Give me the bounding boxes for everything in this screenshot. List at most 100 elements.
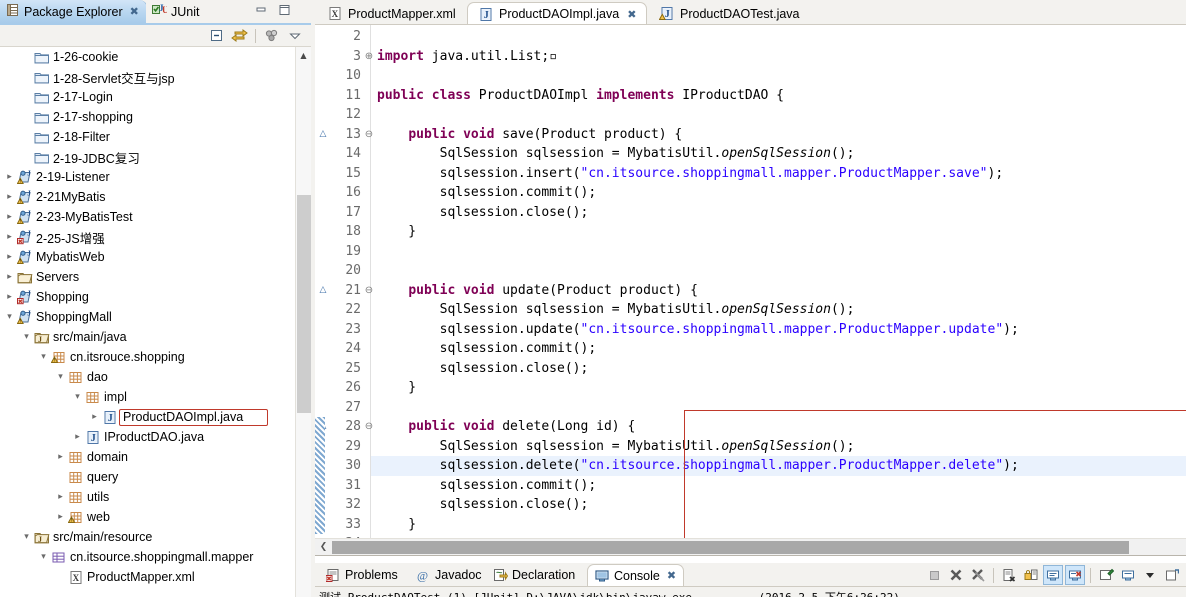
hscrollbar-thumb[interactable] [332,540,1129,554]
editor-tab-0[interactable]: X ProductMapper.xml [317,2,466,25]
chevron-down-icon[interactable]: ▾ [37,352,50,362]
code-line[interactable]: 24 sqlsession.commit(); [315,339,1186,359]
code-line[interactable]: 33 } [315,515,1186,535]
close-icon[interactable]: ✖ [130,5,139,18]
maximize-view-icon[interactable] [278,4,291,19]
pin-console-button[interactable] [1096,565,1116,585]
editor-tab-1[interactable]: J ProductDAOImpl.java ✖ [467,2,648,25]
link-with-editor-button[interactable] [229,26,249,45]
tree-item[interactable]: ▸ J IProductDAO.java [0,427,295,447]
close-icon[interactable]: ✖ [627,8,636,21]
chevron-down-icon[interactable]: ▾ [54,372,67,382]
clear-console-button[interactable] [999,565,1019,585]
console-panel-tab-2[interactable]: Declaration [486,564,582,586]
chevron-right-icon[interactable]: ▸ [54,512,67,522]
code-line[interactable]: 26 } [315,378,1186,398]
view-menu-button[interactable] [262,26,282,45]
tree-item[interactable]: ▸ J! MybatisWeb [0,247,295,267]
tree-item[interactable]: ▸ J 2-25-JS增强 [0,227,295,247]
tree-item[interactable]: ▾ cn.itsource.shoppingmall.mapper [0,547,295,567]
tree-item[interactable]: 2-17-Login [0,87,295,107]
code-line[interactable]: 31 sqlsession.commit(); [315,476,1186,496]
java-code-editor[interactable]: 2 3 ⊕ import java.util.List;▫ 10 11 public cla… [315,25,1186,538]
tree-item[interactable]: ▾! cn.itsrouce.shopping [0,347,295,367]
chevron-down-icon[interactable]: ▾ [37,552,50,562]
console-panel-tab-3[interactable]: Console ✖ [587,564,685,586]
remove-launch-button[interactable] [946,565,966,585]
tree-item[interactable]: 2-18-Filter [0,127,295,147]
code-line[interactable]: △ 21 ⊖ public void update(Product product)… [315,281,1186,301]
scrollbar-thumb[interactable] [297,195,311,413]
show-console-on-output-button[interactable] [1043,565,1063,585]
tree-item[interactable]: ▾ J! ShoppingMall [0,307,295,327]
code-line[interactable]: 15 sqlsession.insert("cn.itsource.shoppi… [315,164,1186,184]
scroll-lock-button[interactable] [1021,565,1041,585]
tab-package-explorer[interactable]: Package Explorer ✖ [0,0,148,23]
collapse-all-button[interactable] [206,26,226,45]
editor-tab-2[interactable]: J ProductDAOTest.java [649,2,810,25]
minimize-view-icon[interactable] [255,4,268,19]
chevron-right-icon[interactable]: ▸ [3,252,16,262]
code-line[interactable]: 18 } [315,222,1186,242]
code-line[interactable]: 29 SqlSession sqlsession = MybatisUtil.o… [315,437,1186,457]
tree-item[interactable]: ▾ dao [0,367,295,387]
chevron-down-icon[interactable]: ▾ [3,312,16,322]
scroll-left-icon[interactable]: ❮ [315,542,332,552]
tree-item[interactable]: ▸ Servers [0,267,295,287]
tree-item[interactable]: ▸ utils [0,487,295,507]
code-line[interactable]: 10 [315,66,1186,86]
tab-junit[interactable]: J U JUnit [146,0,208,23]
code-line[interactable]: △28⊖ public void delete(Long id) { [315,417,1186,437]
chevron-right-icon[interactable]: ▸ [3,292,16,302]
tree-item[interactable]: ▸! web [0,507,295,527]
code-line[interactable]: 25 sqlsession.close(); [315,359,1186,379]
fold-expand-icon[interactable]: ⊕ [363,47,375,67]
tree-item[interactable]: ▾ impl [0,387,295,407]
display-selected-console-button[interactable] [1118,565,1138,585]
tree-item[interactable]: 2-17-shopping [0,107,295,127]
tree-item[interactable]: query [0,467,295,487]
tree-item[interactable]: X ProductMapper.xml [0,567,295,587]
console-dropdown-chevron-down-icon[interactable] [1140,565,1160,585]
tree-item[interactable]: ▸ J! 2-19-Listener [0,167,295,187]
code-line[interactable]: 32 sqlsession.close(); [315,495,1186,515]
code-line[interactable]: 30 sqlsession.delete("cn.itsource.shoppi… [315,456,1186,476]
terminate-button[interactable] [924,565,944,585]
tree-item-selected[interactable]: ▸ J ProductDAOImpl.java [0,407,295,427]
chevron-right-icon[interactable]: ▸ [3,232,16,242]
chevron-right-icon[interactable]: ▸ [88,412,101,422]
chevron-right-icon[interactable]: ▸ [3,192,16,202]
chevron-right-icon[interactable]: ▸ [3,272,16,282]
editor-horizontal-scrollbar[interactable]: ❮ [315,538,1186,555]
code-line[interactable]: 12 [315,105,1186,125]
tree-item[interactable]: ▸ domain [0,447,295,467]
tree-item[interactable]: ▸ J! 2-21MyBatis [0,187,295,207]
tree-item[interactable]: ▾ Jsrc/main/java [0,327,295,347]
code-line[interactable]: 17 sqlsession.close(); [315,203,1186,223]
chevron-right-icon[interactable]: ▸ [54,492,67,502]
code-line[interactable]: 20 [315,261,1186,281]
tree-item[interactable]: ▸ J! 2-23-MyBatisTest [0,207,295,227]
fold-collapse-icon[interactable]: ⊖ [363,125,375,145]
code-line[interactable]: 11 public class ProductDAOImpl implements… [315,86,1186,106]
code-line[interactable]: 22 SqlSession sqlsession = MybatisUtil.o… [315,300,1186,320]
code-line[interactable]: 23 sqlsession.update("cn.itsource.shoppi… [315,320,1186,340]
show-console-on-error-button[interactable] [1065,565,1085,585]
chevron-down-icon[interactable]: ▾ [71,392,84,402]
chevron-right-icon[interactable]: ▸ [71,432,84,442]
open-console-button[interactable] [1162,565,1182,585]
code-line[interactable]: 3 ⊕ import java.util.List;▫ [315,47,1186,67]
code-line[interactable]: 19 [315,242,1186,262]
chevron-right-icon[interactable]: ▸ [54,452,67,462]
view-menu-chevron-down-icon[interactable] [285,26,305,45]
tree-item[interactable]: 1-28-Servlet交互与jsp [0,67,295,87]
code-line[interactable]: 27 [315,398,1186,418]
project-tree[interactable]: 1-26-cookie 1-28-Servlet交互与jsp 2-17-Login 2… [0,47,295,597]
chevron-down-icon[interactable]: ▾ [20,532,33,542]
console-panel-tab-1[interactable]: @ Javadoc [409,564,489,586]
close-icon[interactable]: ✖ [667,569,676,582]
fold-collapse-icon[interactable]: ⊖ [363,281,375,301]
remove-all-terminated-button[interactable] [968,565,988,585]
chevron-right-icon[interactable]: ▸ [3,172,16,182]
chevron-down-icon[interactable]: ▾ [20,332,33,342]
